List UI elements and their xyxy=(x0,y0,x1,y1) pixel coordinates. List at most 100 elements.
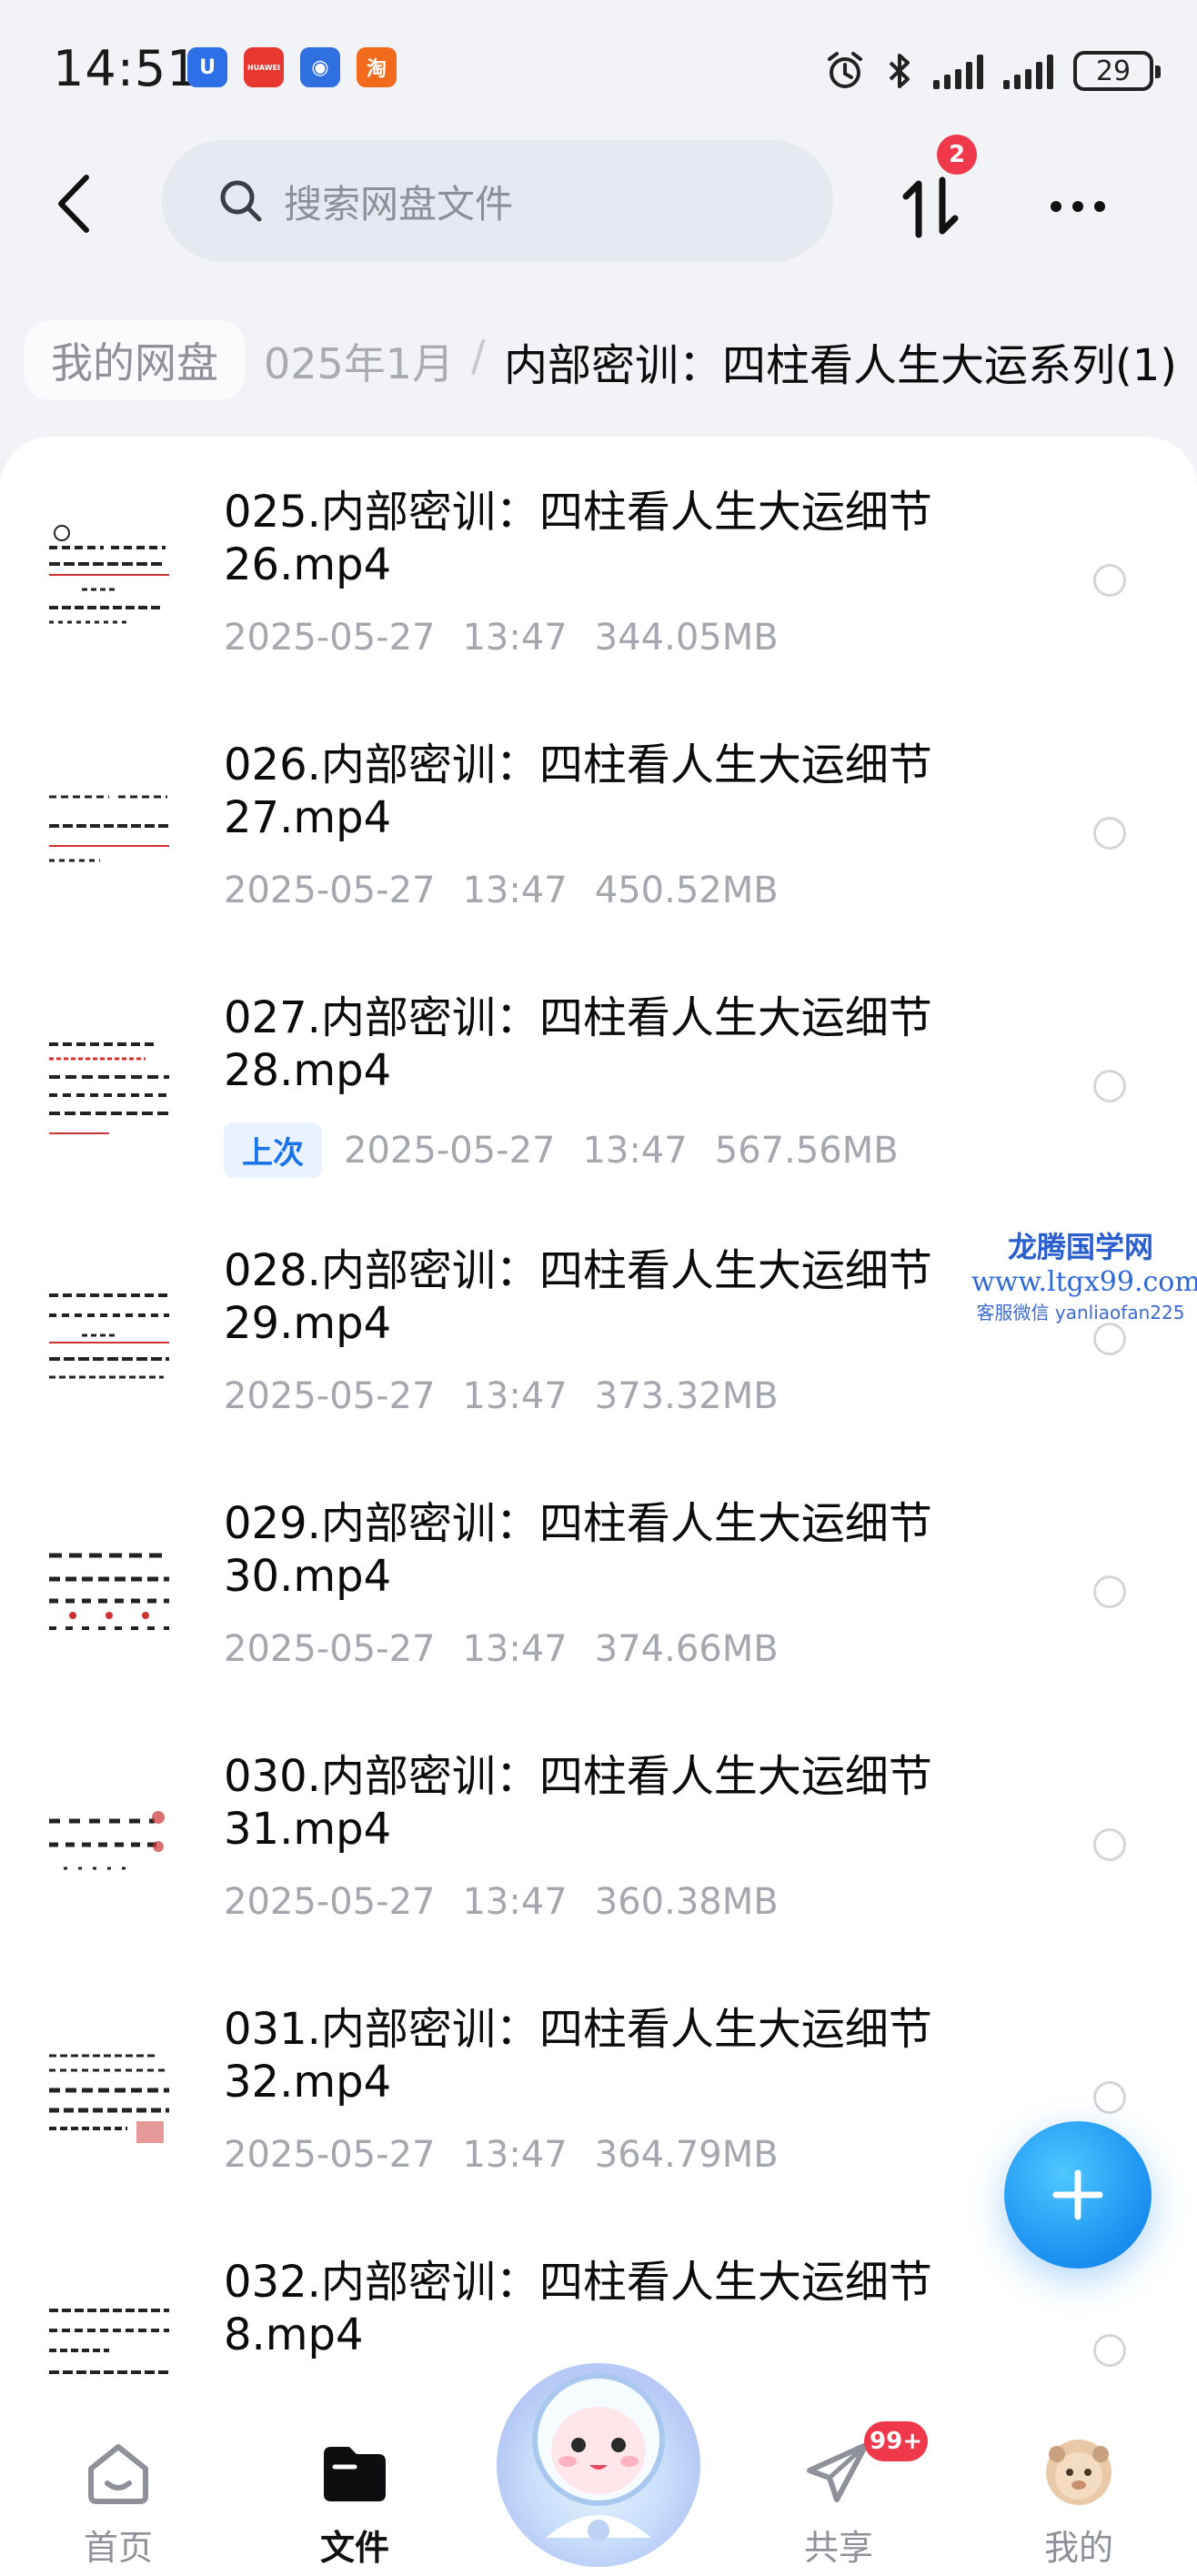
search-icon xyxy=(220,180,262,222)
breadcrumb-current: 内部密训：四柱看人生大运系列(1) xyxy=(504,340,1177,391)
file-meta: 上次 2025-05-27 13:47 567.56MB xyxy=(224,1122,899,1178)
file-name: 030.内部密训：四柱看人生大运细节31.mp4 xyxy=(224,1751,932,1855)
cell-signal-2-icon xyxy=(1003,53,1053,89)
file-name: 029.内部密训：四柱看人生大运细节30.mp4 xyxy=(224,1498,932,1602)
select-checkbox[interactable] xyxy=(1093,2334,1126,2367)
chevron-left-icon xyxy=(58,175,89,233)
select-checkbox[interactable] xyxy=(1093,1828,1126,1861)
add-button[interactable] xyxy=(1004,2121,1152,2269)
file-date: 2025-05-27 xyxy=(224,870,436,911)
search-input[interactable]: 搜索网盘文件 xyxy=(162,140,833,262)
top-nav: 搜索网盘文件 2 xyxy=(0,135,1197,273)
avatar-icon xyxy=(1046,2440,1112,2505)
file-date: 2025-05-27 xyxy=(224,1881,436,1923)
file-date: 2025-05-27 xyxy=(224,617,436,659)
video-thumbnail xyxy=(45,517,173,644)
file-size: 450.52MB xyxy=(594,870,779,911)
share-count-badge: 99+ xyxy=(864,2421,928,2461)
watermark-contact: 客服微信 yanliaofan225 xyxy=(976,1302,1185,1323)
file-time: 13:47 xyxy=(582,1129,688,1172)
video-thumbnail xyxy=(45,2287,173,2401)
breadcrumb-separator: / xyxy=(471,331,486,380)
status-time: 14:51 xyxy=(53,40,199,97)
file-date: 2025-05-27 xyxy=(344,1129,556,1172)
transfer-count-badge: 2 xyxy=(937,135,977,175)
file-name: 026.内部密训：四柱看人生大运细节27.mp4 xyxy=(224,740,932,843)
file-row[interactable]: 027.内部密训：四柱看人生大运细节28.mp4 上次 2025-05-27 1… xyxy=(0,942,1197,1195)
plus-icon xyxy=(1052,2169,1103,2220)
video-thumbnail xyxy=(45,1022,173,1150)
watermark-title: 龙腾国学网 xyxy=(1007,1230,1153,1264)
status-bar: 14:51 U HUAWEI ◉ 淘 29 xyxy=(0,0,1197,136)
file-time: 13:47 xyxy=(462,617,568,659)
file-row[interactable]: 030.内部密训：四柱看人生大运细节31.mp4 2025-05-27 13:4… xyxy=(0,1701,1197,1954)
bottom-tab-bar: 首页 文件 99+ 共享 我的 xyxy=(0,2363,1197,2576)
status-indicators: 29 xyxy=(824,45,1161,96)
transfer-button[interactable]: 2 xyxy=(897,135,977,244)
select-checkbox[interactable] xyxy=(1093,2081,1126,2114)
file-time: 13:47 xyxy=(462,2134,568,2176)
u-app-icon: U xyxy=(187,47,227,87)
file-meta: 2025-05-27 13:47 374.66MB xyxy=(224,1628,779,1670)
alarm-icon xyxy=(828,52,862,88)
file-name: 025.内部密训：四柱看人生大运细节26.mp4 xyxy=(224,487,932,590)
file-date: 2025-05-27 xyxy=(224,2134,436,2176)
tab-home-label: 首页 xyxy=(83,2528,153,2568)
file-meta: 2025-05-27 13:47 373.32MB xyxy=(224,1375,779,1417)
file-name: 031.内部密训：四柱看人生大运细节32.mp4 xyxy=(224,2004,932,2108)
select-checkbox[interactable] xyxy=(1093,1575,1126,1608)
file-meta: 2025-05-27 13:47 364.79MB xyxy=(224,2134,779,2176)
watermark-url: www.ltgx99.com xyxy=(971,1266,1197,1298)
file-row[interactable]: 026.内部密训：四柱看人生大运细节27.mp4 2025-05-27 13:4… xyxy=(0,689,1197,942)
tab-me[interactable]: 我的 xyxy=(1006,2429,1152,2568)
tab-files-label: 文件 xyxy=(319,2528,389,2568)
cell-signal-1-icon xyxy=(933,53,983,89)
tab-share-label: 共享 xyxy=(803,2528,873,2568)
file-row[interactable]: 025.内部密训：四柱看人生大运细节26.mp4 2025-05-27 13:4… xyxy=(0,437,1197,689)
video-thumbnail xyxy=(45,770,173,897)
file-meta: 2025-05-27 13:47 344.05MB xyxy=(224,617,779,659)
select-checkbox[interactable] xyxy=(1093,1323,1126,1355)
video-thumbnail xyxy=(45,1528,173,1655)
netdisk-folder-screen: 14:51 U HUAWEI ◉ 淘 29 搜索网盘文件 2 我的网盘 025年… xyxy=(0,0,1197,2576)
file-time: 13:47 xyxy=(462,870,568,911)
file-name: 028.内部密训：四柱看人生大运细节29.mp4 xyxy=(224,1245,932,1349)
more-options-button[interactable] xyxy=(1037,184,1119,229)
file-size: 373.32MB xyxy=(594,1375,779,1417)
blue-app-icon: ◉ xyxy=(300,47,340,87)
select-checkbox[interactable] xyxy=(1093,564,1126,597)
select-checkbox[interactable] xyxy=(1093,1070,1126,1102)
breadcrumb: 我的网盘 025年1月 / 内部密训：四柱看人生大运系列(1) xyxy=(0,309,1197,409)
file-date: 2025-05-27 xyxy=(224,1375,436,1417)
breadcrumb-root[interactable]: 我的网盘 xyxy=(24,320,246,400)
select-checkbox[interactable] xyxy=(1093,817,1126,850)
file-list: 025.内部密训：四柱看人生大运细节26.mp4 2025-05-27 13:4… xyxy=(0,437,1197,2401)
search-placeholder: 搜索网盘文件 xyxy=(284,181,514,226)
breadcrumb-parent[interactable]: 025年1月 xyxy=(264,331,454,391)
tab-share[interactable]: 99+ 共享 xyxy=(766,2421,928,2568)
huawei-app-icon: HUAWEI xyxy=(244,47,284,87)
video-thumbnail xyxy=(45,1275,173,1403)
taobao-app-icon: 淘 xyxy=(357,47,397,87)
file-row[interactable]: 029.内部密训：四柱看人生大运细节30.mp4 2025-05-27 13:4… xyxy=(0,1448,1197,1701)
tab-me-label: 我的 xyxy=(1043,2528,1113,2568)
mascot-assistant-icon[interactable] xyxy=(482,2338,715,2571)
file-size: 344.05MB xyxy=(594,617,779,659)
file-meta: 2025-05-27 13:47 360.38MB xyxy=(224,1881,779,1923)
tab-home[interactable]: 首页 xyxy=(45,2429,191,2568)
video-thumbnail xyxy=(45,1781,173,1908)
file-time: 13:47 xyxy=(462,1881,568,1923)
file-size: 364.79MB xyxy=(594,2134,779,2176)
battery-level: 29 xyxy=(1095,55,1132,87)
tab-files[interactable]: 文件 xyxy=(282,2429,428,2568)
back-button[interactable] xyxy=(42,167,106,240)
folder-icon xyxy=(324,2447,386,2501)
bluetooth-icon xyxy=(889,54,910,88)
file-size: 374.66MB xyxy=(594,1628,779,1670)
home-icon xyxy=(88,2444,148,2504)
file-name: 027.内部密训：四柱看人生大运细节28.mp4 xyxy=(224,992,932,1096)
transfer-arrows-icon xyxy=(902,176,959,238)
file-time: 13:47 xyxy=(462,1628,568,1670)
file-date: 2025-05-27 xyxy=(224,1628,436,1670)
battery-icon: 29 xyxy=(1073,51,1161,91)
